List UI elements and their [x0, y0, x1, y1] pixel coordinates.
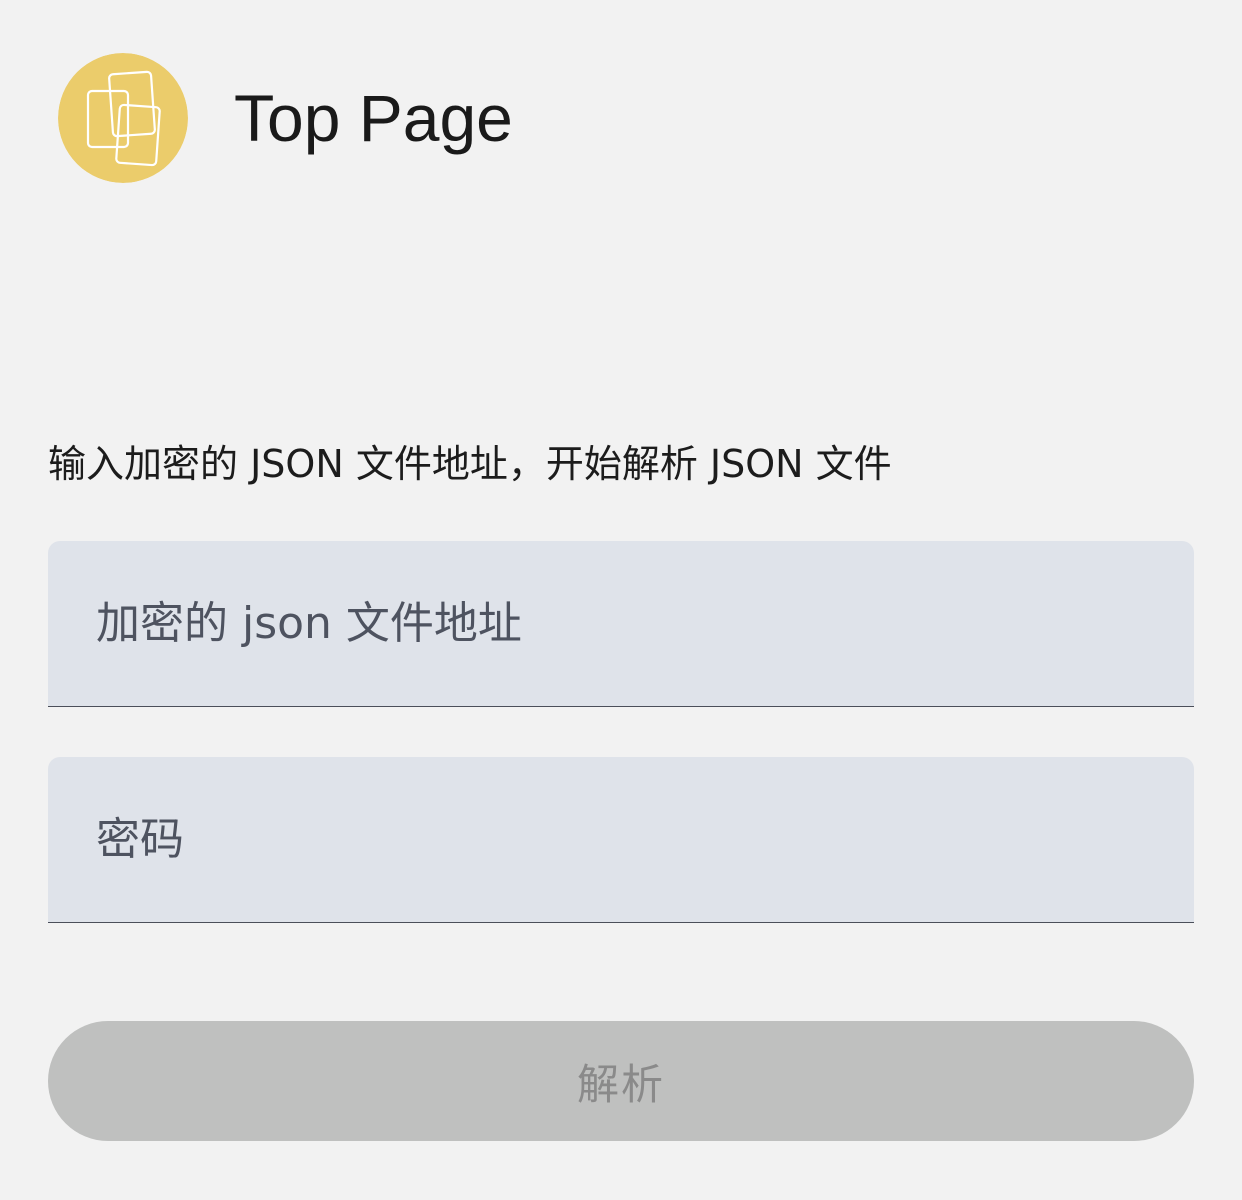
app-header: Top Page — [0, 0, 1242, 240]
page-title: Top Page — [234, 81, 513, 155]
instruction-text: 输入加密的 JSON 文件地址，开始解析 JSON 文件 — [48, 442, 892, 486]
parse-button[interactable]: 解析 — [48, 1021, 1194, 1141]
password-input[interactable] — [48, 757, 1194, 922]
stacked-cards-icon — [58, 53, 188, 183]
json-url-input[interactable] — [48, 541, 1194, 706]
json-url-field[interactable] — [48, 541, 1194, 707]
password-field[interactable] — [48, 757, 1194, 923]
